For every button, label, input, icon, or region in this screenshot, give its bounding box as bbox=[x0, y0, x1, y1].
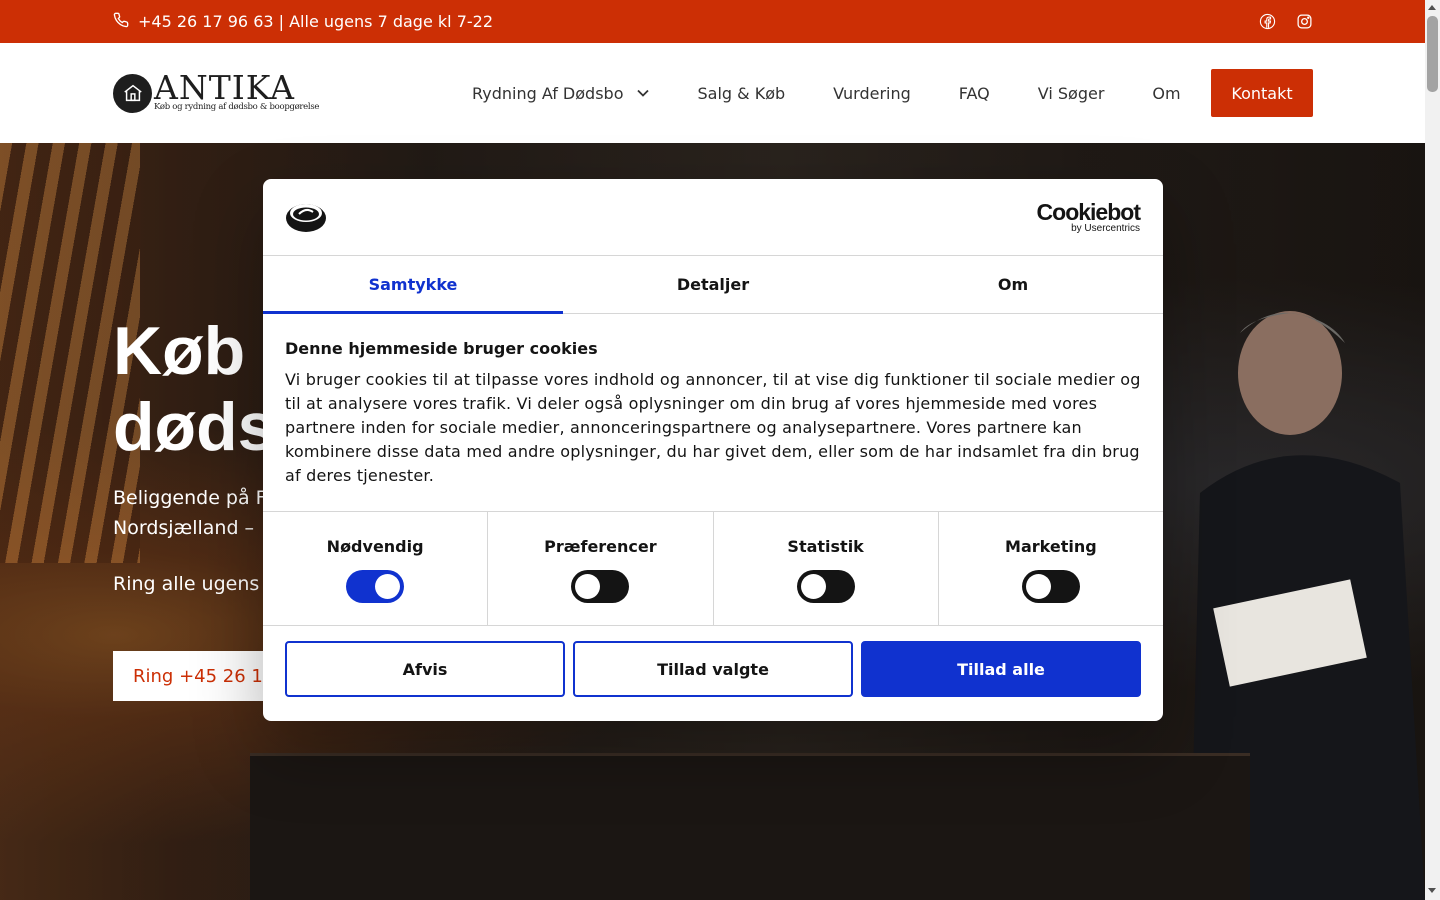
nav-item-label: Rydning Af Dødsbo bbox=[472, 83, 624, 103]
toggle-label: Statistik bbox=[787, 537, 864, 556]
hero-cabinet-decor bbox=[250, 753, 1250, 900]
social-links bbox=[1259, 0, 1313, 43]
site-header: ANTIKA Køb og rydning af dødsbo & boopgø… bbox=[0, 43, 1425, 143]
toggle-knob bbox=[375, 574, 401, 599]
toggle-knob bbox=[1025, 574, 1051, 599]
toggle-label: Præferencer bbox=[544, 537, 657, 556]
nav-item-om[interactable]: Om bbox=[1152, 84, 1180, 103]
cookiebot-logo-text: Cookiebot bbox=[1036, 199, 1141, 225]
cookie-category-toggles: Nødvendig Præferencer Statistik Marketin… bbox=[263, 511, 1163, 626]
toggle-group-statistik: Statistik bbox=[714, 512, 939, 625]
nav-item-label: Salg & Køb bbox=[697, 83, 786, 103]
house-icon bbox=[113, 73, 152, 113]
allow-all-button[interactable]: Tillad alle bbox=[861, 641, 1141, 697]
toggle-nodvendig[interactable] bbox=[346, 570, 405, 603]
nav-item-vurdering[interactable]: Vurdering bbox=[833, 84, 911, 103]
hero-subtitle: Beliggende på F Nordsjælland – bbox=[113, 483, 267, 543]
toggle-group-marketing: Marketing bbox=[939, 512, 1163, 625]
site-logo[interactable]: ANTIKA Køb og rydning af dødsbo & boopgø… bbox=[113, 68, 319, 114]
top-bar: +45 26 17 96 63 | Alle ugens 7 dage kl 7… bbox=[0, 0, 1425, 43]
cookiebot-logo[interactable]: Cookiebot by Usercentrics bbox=[1036, 199, 1141, 234]
logo-tagline: Køb og rydning af dødsbo & boopgørelse bbox=[154, 102, 320, 112]
instagram-icon[interactable] bbox=[1296, 13, 1313, 30]
cookie-dialog-header: Cookiebot by Usercentrics bbox=[263, 179, 1163, 256]
allow-selected-button[interactable]: Tillad valgte bbox=[573, 641, 853, 697]
nav-item-label: Om bbox=[1152, 83, 1181, 103]
toggle-group-nodvendig: Nødvendig bbox=[263, 512, 489, 625]
scroll-down-arrow-icon[interactable] bbox=[1428, 888, 1436, 893]
phone-icon bbox=[113, 12, 129, 32]
site-logo-icon bbox=[285, 199, 327, 237]
toggle-praeferencer[interactable] bbox=[571, 570, 630, 603]
nav-item-vi-soger[interactable]: Vi Søger bbox=[1038, 84, 1105, 103]
cookiebot-logo-subtext: by Usercentrics bbox=[1071, 223, 1140, 234]
scrollbar-thumb[interactable] bbox=[1427, 16, 1438, 92]
tab-samtykke[interactable]: Samtykke bbox=[263, 256, 563, 314]
nav-item-salg[interactable]: Salg & Køb bbox=[697, 84, 785, 103]
cookie-dialog-body: Denne hjemmeside bruger cookies Vi bruge… bbox=[285, 339, 1145, 488]
nav-item-label: Vi Søger bbox=[1037, 83, 1105, 103]
nav-item-label: Vurdering bbox=[833, 83, 911, 103]
chevron-down-icon bbox=[637, 89, 650, 97]
toggle-marketing[interactable] bbox=[1021, 570, 1080, 603]
facebook-icon[interactable] bbox=[1259, 13, 1276, 30]
hero-subtitle-line: Beliggende på F bbox=[113, 487, 267, 509]
nav-item-faq[interactable]: FAQ bbox=[959, 84, 990, 103]
main-nav: Rydning Af Dødsbo Salg & Køb Vurdering F… bbox=[472, 43, 1181, 143]
page-scrollbar[interactable] bbox=[1425, 0, 1440, 900]
nav-item-label: FAQ bbox=[958, 83, 990, 103]
hero-hours-text: Ring alle ugens bbox=[113, 573, 260, 595]
topbar-phone[interactable]: +45 26 17 96 63 | Alle ugens 7 dage kl 7… bbox=[113, 0, 493, 43]
cookie-action-buttons: Afvis Tillad valgte Tillad alle bbox=[285, 641, 1141, 697]
toggle-knob bbox=[800, 574, 826, 599]
nav-item-rydning[interactable]: Rydning Af Dødsbo bbox=[472, 83, 650, 103]
cookie-heading: Denne hjemmeside bruger cookies bbox=[285, 339, 598, 358]
toggle-label: Nødvendig bbox=[326, 537, 424, 556]
reject-button[interactable]: Afvis bbox=[285, 641, 565, 697]
toggle-label: Marketing bbox=[1005, 537, 1097, 556]
tab-detaljer[interactable]: Detaljer bbox=[563, 256, 863, 313]
toggle-statistik[interactable] bbox=[796, 570, 855, 603]
kontakt-button[interactable]: Kontakt bbox=[1211, 69, 1313, 117]
tab-om[interactable]: Om bbox=[863, 256, 1163, 313]
cookie-tabs: Samtykke Detaljer Om bbox=[263, 256, 1163, 314]
cookie-description: Vi bruger cookies til at tilpasse vores … bbox=[285, 370, 1141, 485]
toggle-knob bbox=[575, 574, 601, 599]
scroll-up-arrow-icon[interactable] bbox=[1428, 5, 1436, 10]
cookie-consent-dialog: Cookiebot by Usercentrics Samtykke Detal… bbox=[263, 179, 1163, 721]
toggle-group-praeferencer: Præferencer bbox=[488, 512, 714, 625]
hero-subtitle-line: Nordsjælland – bbox=[113, 517, 255, 539]
topbar-phone-text: +45 26 17 96 63 | Alle ugens 7 dage kl 7… bbox=[138, 12, 493, 31]
